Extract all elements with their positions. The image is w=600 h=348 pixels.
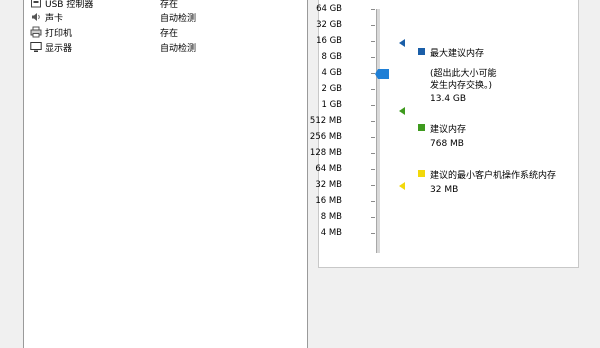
hardware-name: USB 控制器: [45, 0, 94, 10]
memory-scale-label: 4 GB: [321, 68, 342, 78]
recommended-label: 建议内存: [430, 125, 467, 135]
recommended-value: 768 MB: [430, 139, 464, 149]
hardware-status: 存在: [160, 29, 179, 39]
memory-scale-tick: [371, 153, 375, 154]
hardware-list-panel: USB 控制器 存在 声卡 自动检测 打印机 存在 显示器 自动检测: [23, 0, 308, 348]
memory-slider-thumb[interactable]: [375, 69, 391, 79]
hardware-name: 打印机: [45, 29, 73, 39]
hardware-status: 存在: [160, 0, 179, 10]
memory-scale-label: 8 MB: [320, 212, 342, 222]
memory-scale-tick: [371, 25, 375, 26]
memory-scale-tick: [371, 185, 375, 186]
hardware-row-display[interactable]: 显示器 自动检测: [30, 40, 300, 55]
hardware-row-sound[interactable]: 声卡 自动检测: [30, 10, 300, 25]
recommended-marker: [399, 107, 405, 115]
printer-icon: [30, 26, 42, 38]
memory-panel: 64 GB 32 GB 16 GB 8 GB 4 GB 2 GB 1 GB 512 MB 256…: [310, 0, 579, 268]
memory-scale-label: 16 MB: [315, 196, 342, 206]
memory-scale-tick: [371, 89, 375, 90]
max-recommended-note-2: 发生内存交换。): [430, 81, 493, 91]
memory-scale-label: 1 GB: [321, 100, 342, 110]
min-guest-os-marker: [399, 182, 405, 190]
hardware-row-printer[interactable]: 打印机 存在: [30, 25, 300, 40]
max-recommended-value: 13.4 GB: [430, 94, 467, 104]
memory-scale-tick: [371, 105, 375, 106]
hardware-status: 自动检测: [160, 44, 197, 54]
min-guest-os-label: 建议的最小客户机操作系统内存: [430, 171, 557, 181]
memory-scale-label: 32 MB: [315, 180, 342, 190]
memory-scale-label: 128 MB: [309, 148, 342, 158]
sound-card-icon: [32, 13, 40, 21]
memory-scale-label: 4 MB: [320, 228, 342, 238]
max-recommended-marker: [399, 39, 405, 47]
memory-slider-track[interactable]: [376, 9, 380, 253]
max-recommended-label: 最大建议内存: [430, 49, 485, 59]
memory-scale-tick: [371, 41, 375, 42]
memory-scale-label: 256 MB: [309, 132, 342, 142]
hardware-status: 自动检测: [160, 14, 197, 24]
memory-scale-label: 64 GB: [316, 4, 342, 14]
memory-scale-label: 16 GB: [316, 36, 342, 46]
memory-scale-label: 8 GB: [321, 52, 342, 62]
usb-controller-icon: [31, 0, 41, 8]
max-recommended-swatch: [418, 48, 425, 55]
memory-scale-label: 2 GB: [321, 84, 342, 94]
memory-scale-tick: [371, 137, 375, 138]
hardware-name: 显示器: [45, 44, 73, 54]
min-guest-os-value: 32 MB: [430, 185, 459, 195]
memory-scale-tick: [371, 169, 375, 170]
memory-scale-tick: [371, 121, 375, 122]
memory-scale-tick: [371, 9, 375, 10]
memory-scale-tick: [371, 57, 375, 58]
memory-scale-tick: [371, 233, 375, 234]
memory-scale-tick: [371, 217, 375, 218]
hardware-name: 声卡: [45, 14, 64, 24]
memory-scale-label: 32 GB: [316, 20, 342, 30]
recommended-swatch: [418, 124, 425, 131]
min-guest-os-swatch: [418, 170, 425, 177]
memory-scale-label: 64 MB: [315, 164, 342, 174]
display-icon: [30, 42, 42, 52]
memory-scale-label: 512 MB: [309, 116, 342, 126]
memory-scale-tick: [371, 201, 375, 202]
